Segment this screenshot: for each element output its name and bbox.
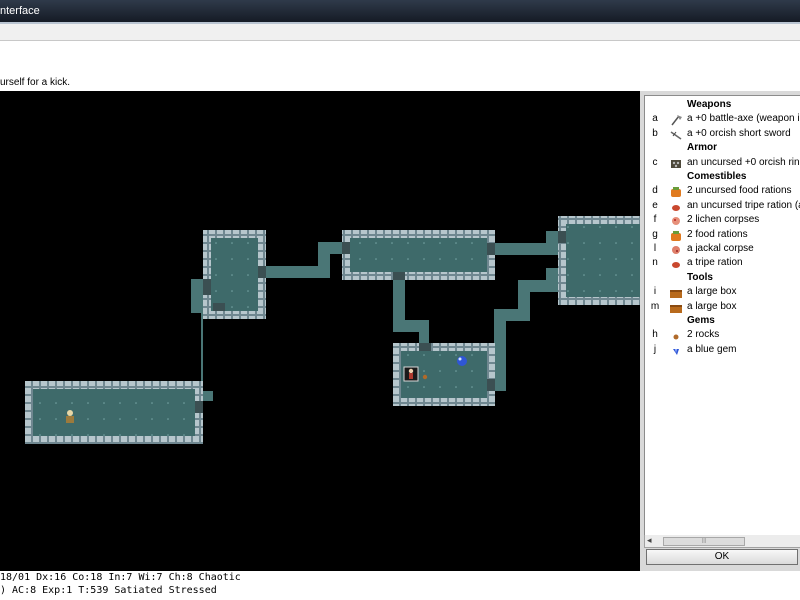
item-name: 2 rocks (687, 329, 720, 341)
inventory-item[interactable]: h 2 rocks (645, 329, 800, 343)
door (393, 272, 405, 280)
item-name: 2 uncursed food rations (687, 185, 792, 197)
door (342, 242, 350, 254)
large-box-icon (669, 287, 683, 299)
room-upper-center (342, 230, 495, 280)
inventory-category-heading: Tools (687, 271, 713, 283)
corridor-center (393, 278, 429, 346)
item-letter: j (653, 343, 657, 355)
item-letter: c (652, 156, 658, 168)
inventory-category-heading: Armor (687, 142, 718, 154)
door (487, 243, 495, 255)
status-line-1: 18/01 Dx:16 Co:18 In:7 Wi:7 Ch:8 Chaotic (0, 572, 241, 583)
door (213, 303, 225, 311)
item-name: a blue gem (687, 343, 737, 355)
item-name: 2 food rations (687, 228, 748, 240)
inventory-list[interactable]: Weapons a a +0 battle-axe (weapon in b a +0 … (644, 95, 800, 537)
food-ration-icon (669, 186, 683, 198)
rock-icon (669, 330, 683, 342)
room-west (25, 381, 203, 444)
corridor-east-upper (494, 231, 558, 255)
ring-mail-icon (669, 158, 683, 170)
status-line-2: ) AC:8 Exp:1 T:539 Satiated Stressed (0, 585, 217, 596)
window-title: nterface (0, 5, 40, 17)
game-message: urself for a kick. (0, 77, 71, 88)
item-name: a large box (687, 286, 737, 298)
scroll-thumb[interactable]: ||| (663, 537, 745, 546)
window-titlebar: nterface (0, 0, 800, 22)
door (203, 279, 211, 295)
large-box-icon (669, 302, 683, 314)
item-name: a +0 battle-axe (weapon in (687, 113, 800, 125)
scroll-left-icon[interactable]: ◂ (647, 535, 652, 546)
door (258, 266, 266, 278)
tripe-ration-icon (669, 258, 683, 270)
inventory-category-heading: Comestibles (687, 171, 747, 182)
inventory-item[interactable]: b a +0 orcish short sword (645, 128, 800, 142)
item-letter: f (653, 214, 657, 226)
item-letter: e (652, 199, 658, 211)
item-name: an uncursed +0 orcish ring (687, 156, 800, 168)
rock-icon (422, 374, 428, 380)
lichen-corpse-icon (669, 215, 683, 227)
inventory-panel: Weapons a a +0 battle-axe (weapon in b a +0 … (640, 91, 800, 571)
item-letter: i (653, 286, 657, 298)
inventory-category-heading: Weapons (687, 99, 732, 110)
item-name: 2 lichen corpses (687, 214, 760, 226)
corridor-east-lower (494, 268, 558, 391)
item-letter: b (652, 127, 658, 139)
food-ration-icon (669, 230, 683, 242)
battle-axe-icon (669, 114, 683, 126)
tripe-ration-icon (669, 201, 683, 213)
item-letter: d (652, 185, 658, 197)
room-east (558, 216, 640, 305)
blue-potion-icon (457, 356, 467, 366)
dungeon-map[interactable] (0, 91, 640, 571)
inventory-item[interactable]: f 2 lichen corpses (645, 214, 800, 228)
item-name: a +0 orcish short sword (687, 127, 791, 139)
door (195, 401, 203, 413)
short-sword-icon (669, 129, 683, 141)
creature-icon (66, 410, 74, 423)
inventory-item[interactable]: i a large box (645, 286, 800, 300)
toolbar-strip (0, 24, 800, 41)
item-letter: n (652, 257, 658, 269)
inventory-item[interactable]: d 2 uncursed food rations (645, 185, 800, 199)
item-letter: l (653, 243, 657, 254)
item-letter: m (650, 300, 660, 312)
hero-icon (403, 366, 419, 382)
inventory-item[interactable]: e an uncursed tripe ration (a (645, 200, 800, 214)
corridor-north (265, 242, 342, 278)
jackal-corpse-icon (669, 244, 683, 256)
item-name: an uncursed tripe ration (a (687, 199, 800, 211)
door (558, 231, 566, 243)
item-letter: g (652, 228, 658, 240)
inventory-category-heading: Gems (687, 315, 715, 326)
ok-button[interactable]: OK (646, 549, 798, 565)
room-tall (203, 230, 266, 319)
inventory-item[interactable]: a a +0 battle-axe (weapon in (645, 113, 800, 127)
inventory-item[interactable]: l a jackal corpse (645, 243, 800, 257)
inventory-item[interactable]: g 2 food rations (645, 229, 800, 243)
message-window (0, 41, 800, 91)
horizontal-scrollbar[interactable]: ◂ ||| (644, 535, 800, 548)
door (419, 343, 431, 351)
item-name: a large box (687, 300, 737, 312)
blue-gem-icon (669, 345, 683, 357)
item-letter: h (652, 329, 658, 341)
door (487, 379, 495, 391)
inventory-item[interactable]: m a large box (645, 301, 800, 315)
status-bar: 18/01 Dx:16 Co:18 In:7 Wi:7 Ch:8 Chaotic… (0, 571, 800, 600)
item-name: a jackal corpse (687, 243, 754, 254)
inventory-item[interactable]: c an uncursed +0 orcish ring (645, 157, 800, 171)
item-name: a tripe ration (687, 257, 743, 269)
inventory-item[interactable]: n a tripe ration (645, 257, 800, 271)
inventory-item[interactable]: j a blue gem (645, 344, 800, 358)
dungeon-map-canvas (25, 216, 640, 444)
item-letter: a (652, 113, 658, 125)
